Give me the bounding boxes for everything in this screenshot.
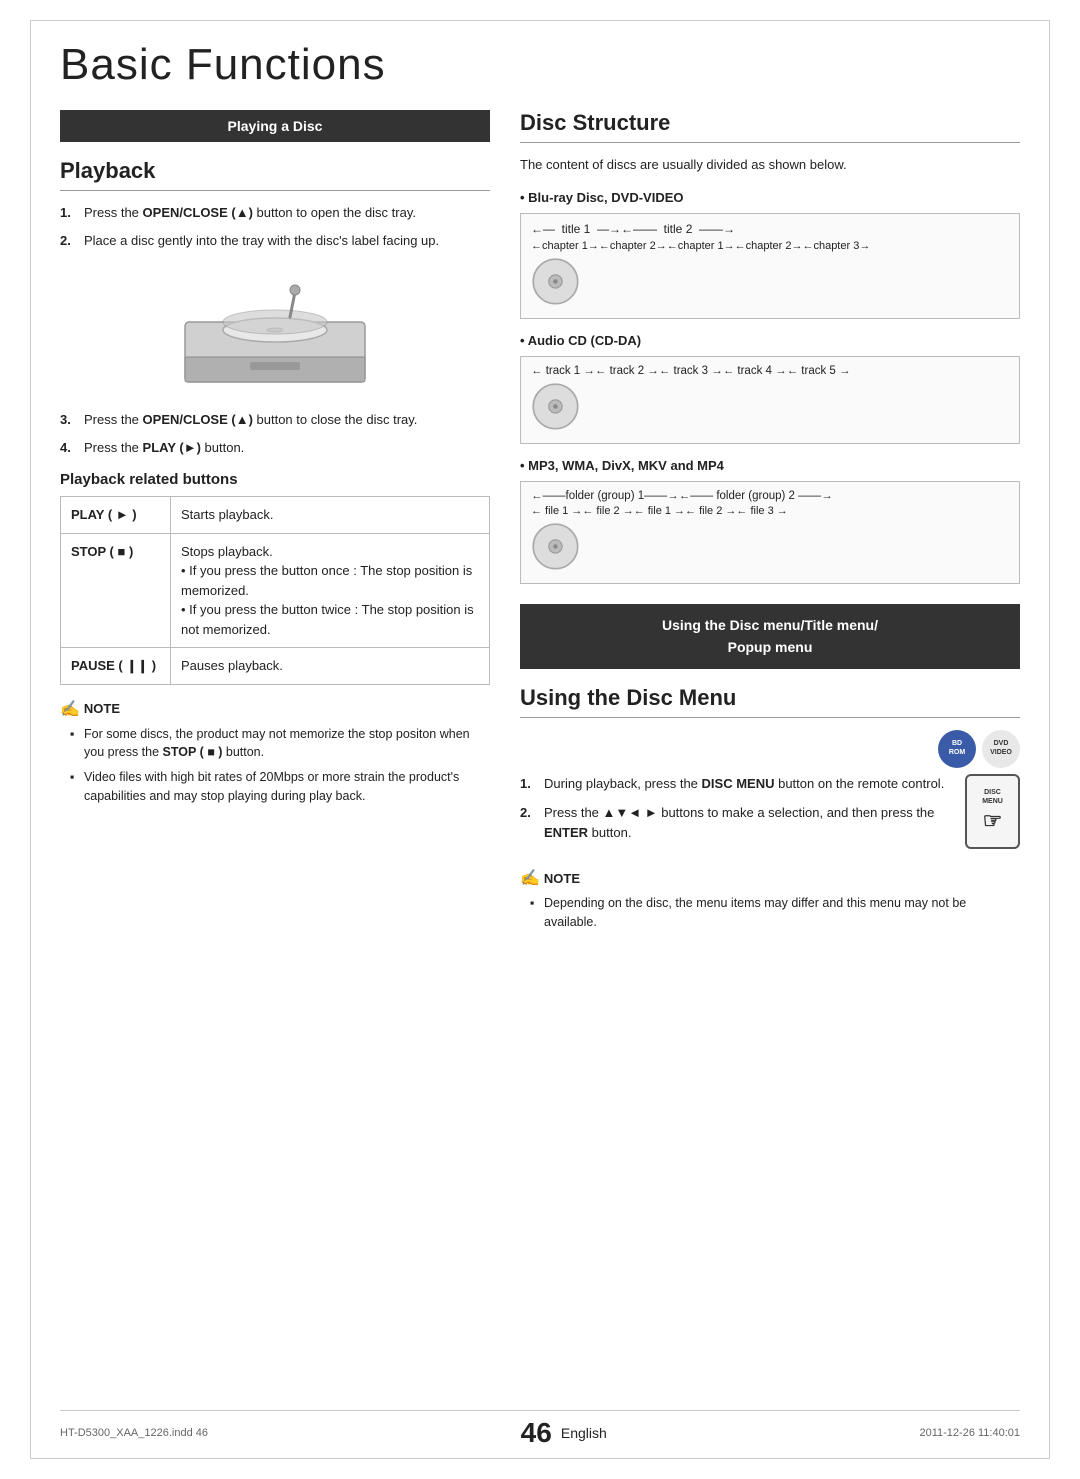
using-disc-menu-title: Using the Disc Menu bbox=[520, 685, 1020, 718]
pause-button-label: PAUSE ( ❙❙ ) bbox=[61, 648, 171, 685]
disc-menu-banner: Using the Disc menu/Title menu/ Popup me… bbox=[520, 604, 1020, 669]
playback-table: PLAY ( ► ) Starts playback. STOP ( ■ ) S… bbox=[60, 496, 490, 685]
bluray-dvd-heading: Blu-ray Disc, DVD-VIDEO bbox=[520, 190, 1020, 205]
page-language: English bbox=[561, 1425, 607, 1441]
bluray-dvd-diagram: ←— title 1 —→←—— title 2 ——→ ←chapter 1→… bbox=[520, 213, 1020, 319]
playing-a-disc-banner: Playing a Disc bbox=[60, 110, 490, 142]
mp3-heading: MP3, WMA, DivX, MKV and MP4 bbox=[520, 458, 1020, 473]
disc-menu-note-icon: ✍ bbox=[520, 868, 540, 888]
disc-tray-illustration bbox=[165, 262, 385, 392]
play-button-label: PLAY ( ► ) bbox=[61, 497, 171, 534]
format-icons: BDROM DVDVIDEO bbox=[520, 730, 1020, 768]
step-2: 2. Place a disc gently into the tray wit… bbox=[60, 231, 490, 251]
cd-disc-icon bbox=[531, 382, 581, 432]
page-footer: HT-D5300_XAA_1226.indd 46 46 English 201… bbox=[60, 1410, 1020, 1449]
audio-cd-heading: Audio CD (CD-DA) bbox=[520, 333, 1020, 348]
note-item-2: Video files with high bit rates of 20Mbp… bbox=[70, 768, 490, 806]
track-row: ← track 1 →← track 2 →← track 3 →← track… bbox=[531, 365, 1009, 377]
note-icon: ✍ bbox=[60, 699, 80, 719]
step-1: 1. Press the OPEN/CLOSE (▲) button to op… bbox=[60, 203, 490, 223]
disc-menu-steps-list: 1. During playback, press the DISC MENU … bbox=[520, 774, 945, 843]
note-item-1: For some discs, the product may not memo… bbox=[70, 725, 490, 763]
playback-steps-continued: 3. Press the OPEN/CLOSE (▲) button to cl… bbox=[60, 410, 490, 457]
step-3: 3. Press the OPEN/CLOSE (▲) button to cl… bbox=[60, 410, 490, 430]
table-row-pause: PAUSE ( ❙❙ ) Pauses playback. bbox=[61, 648, 490, 685]
dvd-video-icon: DVDVIDEO bbox=[982, 730, 1020, 768]
page-number: 46 bbox=[521, 1417, 552, 1448]
playback-buttons-heading: Playback related buttons bbox=[60, 471, 490, 488]
footer-left: HT-D5300_XAA_1226.indd 46 bbox=[60, 1427, 208, 1439]
stop-button-label: STOP ( ■ ) bbox=[61, 533, 171, 648]
page-number-block: 46 English bbox=[521, 1417, 607, 1449]
audio-cd-diagram: ← track 1 →← track 2 →← track 3 →← track… bbox=[520, 356, 1020, 444]
playback-title: Playback bbox=[60, 158, 490, 191]
bd-rom-icon: BDROM bbox=[938, 730, 976, 768]
mp3-diagram: ←——folder (group) 1——→←—— folder (group)… bbox=[520, 481, 1020, 584]
disc-menu-note-item-1: Depending on the disc, the menu items ma… bbox=[530, 894, 1020, 932]
disc-structure-desc: The content of discs are usually divided… bbox=[520, 155, 1020, 176]
mp3-file-row: ← file 1 →← file 2 →← file 1 →← file 2 →… bbox=[531, 505, 1009, 517]
play-description: Starts playback. bbox=[171, 497, 490, 534]
table-row-stop: STOP ( ■ ) Stops playback. • If you pres… bbox=[61, 533, 490, 648]
note-title: ✍ NOTE bbox=[60, 699, 490, 719]
bluray-chapter-row: ←chapter 1→←chapter 2→←chapter 1→←chapte… bbox=[531, 240, 1009, 252]
disc-menu-steps-area: 1. During playback, press the DISC MENU … bbox=[520, 774, 1020, 855]
pause-description: Pauses playback. bbox=[171, 648, 490, 685]
step-4: 4. Press the PLAY (►) button. bbox=[60, 438, 490, 458]
disc-structure-title: Disc Structure bbox=[520, 110, 1020, 143]
right-column: Disc Structure The content of discs are … bbox=[520, 110, 1020, 938]
page-title: Basic Functions bbox=[60, 40, 1020, 90]
disc-menu-step-2: 2. Press the ▲▼◄ ► buttons to make a sel… bbox=[520, 803, 945, 842]
two-column-layout: Playing a Disc Playback 1. Press the OPE… bbox=[60, 110, 1020, 938]
bluray-title-row: ←— title 1 —→←—— title 2 ——→ bbox=[531, 222, 1009, 236]
note-list: For some discs, the product may not memo… bbox=[60, 725, 490, 806]
mp3-disc-icon bbox=[531, 522, 581, 572]
disc-menu-note-list: Depending on the disc, the menu items ma… bbox=[520, 894, 1020, 932]
disc-menu-remote-illustration: DISCMENU ☞ bbox=[965, 774, 1020, 849]
left-column: Playing a Disc Playback 1. Press the OPE… bbox=[60, 110, 490, 938]
footer-right: 2011-12-26 11:40:01 bbox=[919, 1427, 1020, 1439]
mp3-folder-row: ←——folder (group) 1——→←—— folder (group)… bbox=[531, 490, 1009, 502]
disc-menu-steps-text: 1. During playback, press the DISC MENU … bbox=[520, 774, 945, 855]
disc-menu-step-1: 1. During playback, press the DISC MENU … bbox=[520, 774, 945, 794]
page: Basic Functions Playing a Disc Playback … bbox=[0, 0, 1080, 1479]
note-box: ✍ NOTE For some discs, the product may n… bbox=[60, 699, 490, 806]
stop-description: Stops playback. • If you press the butto… bbox=[171, 533, 490, 648]
bluray-disc-icon bbox=[531, 257, 581, 307]
playback-steps: 1. Press the OPEN/CLOSE (▲) button to op… bbox=[60, 203, 490, 250]
hand-icon: ☞ bbox=[983, 808, 1003, 834]
table-row-play: PLAY ( ► ) Starts playback. bbox=[61, 497, 490, 534]
disc-menu-note-box: ✍ NOTE Depending on the disc, the menu i… bbox=[520, 868, 1020, 932]
disc-menu-note-title: ✍ NOTE bbox=[520, 868, 1020, 888]
